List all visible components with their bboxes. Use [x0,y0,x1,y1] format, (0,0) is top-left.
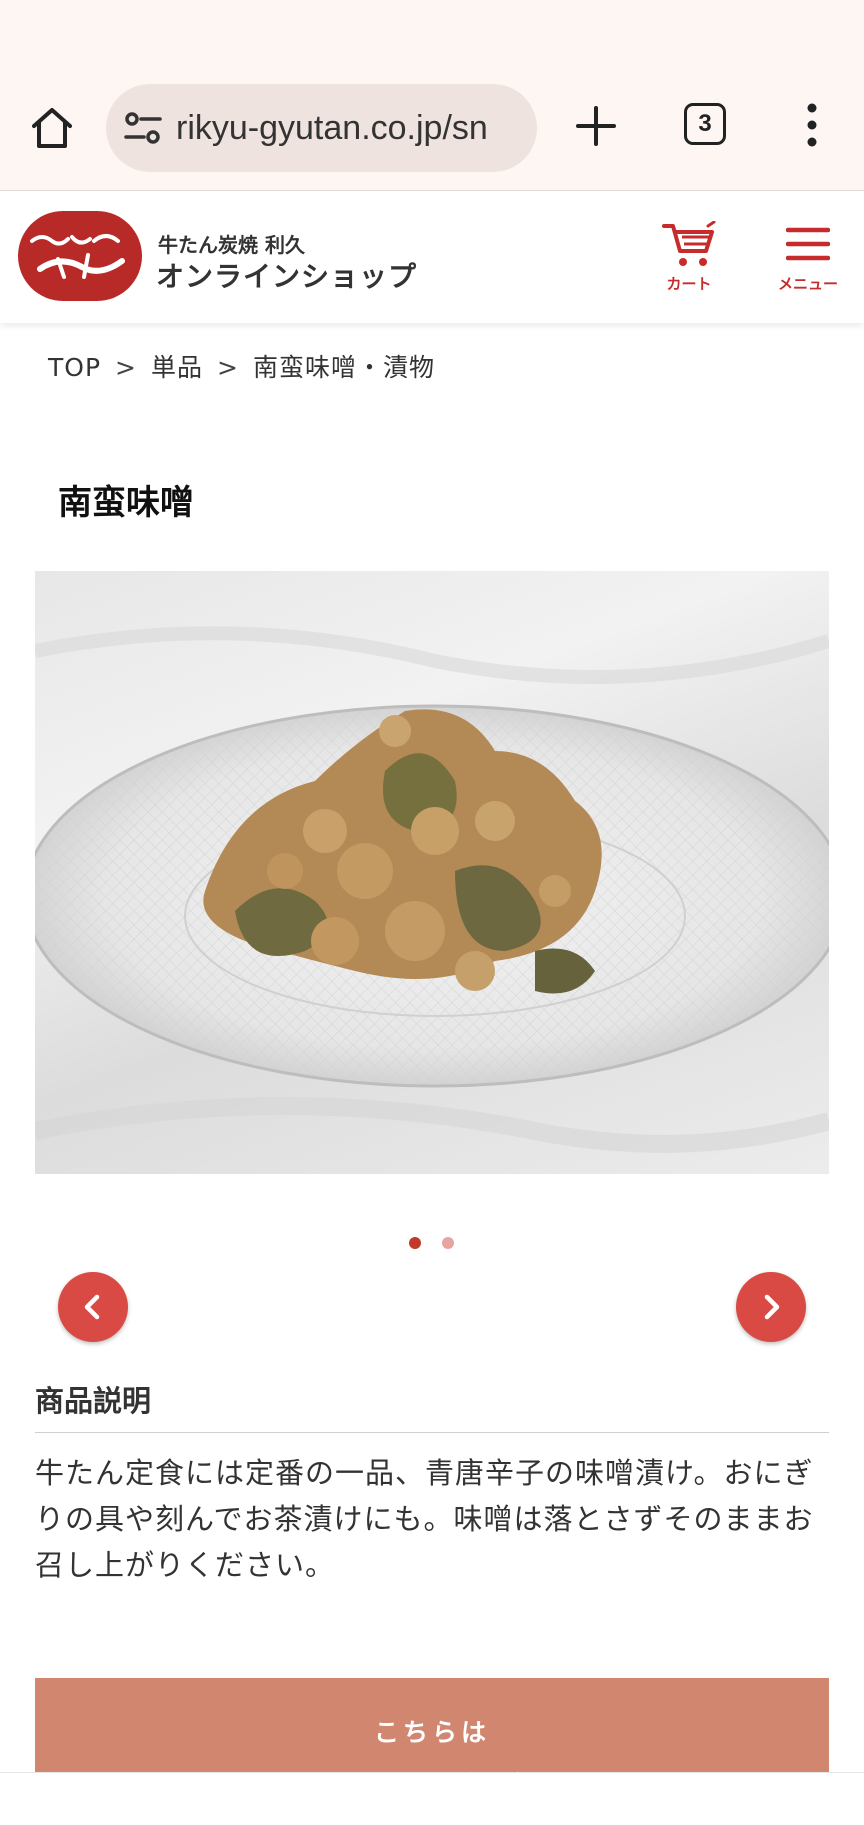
bottom-bar [0,1772,864,1825]
site-header: 牛たん炭焼 利久 オンラインショップ カート メニュー [0,191,864,323]
hamburger-icon [785,227,831,261]
banner-small-text: こちらは [373,1718,490,1747]
logo[interactable] [18,211,142,301]
browser-toolbar: rikyu-gyutan.co.jp/sn 3 [0,78,864,191]
address-bar[interactable]: rikyu-gyutan.co.jp/sn [106,84,537,172]
new-tab-icon[interactable] [574,104,618,148]
breadcrumb: TOP > 単品 > 南蛮味噌・漬物 [48,348,435,384]
carousel-next-button[interactable] [736,1272,806,1342]
menu-button[interactable]: メニュー [772,227,844,293]
cart-button[interactable]: カート [658,220,720,293]
site-info-icon[interactable] [124,110,162,146]
description-heading: 商品説明 [35,1378,829,1433]
product-title: 南蛮味噌 [58,483,194,523]
chevron-right-icon [764,1294,780,1320]
more-menu-icon[interactable] [800,100,824,150]
cart-icon [662,220,716,266]
home-icon[interactable] [28,104,76,152]
carousel-dot-2[interactable] [442,1237,454,1249]
tab-switcher-button[interactable]: 3 [684,103,726,145]
cart-label: カート [666,275,712,293]
logo-subtitle: 牛たん炭焼 利久 [158,233,305,257]
menu-label: メニュー [777,275,838,293]
logo-title: オンラインショップ [156,260,418,293]
carousel-prev-button[interactable] [58,1272,128,1342]
breadcrumb-single-item[interactable]: 単品 [151,353,203,382]
description-text: 牛たん定食には定番の一品、青唐辛子の味噌漬け。おにぎりの具や刻んでお茶漬けにも。… [35,1456,814,1582]
status-bar [0,0,864,78]
chevron-left-icon [84,1294,100,1320]
product-image[interactable] [35,571,829,1174]
breadcrumb-separator: > [115,353,137,382]
url-text[interactable]: rikyu-gyutan.co.jp/sn [176,84,488,172]
breadcrumb-top[interactable]: TOP [48,353,101,382]
breadcrumb-separator: > [217,353,239,382]
carousel-dot-1[interactable] [409,1237,421,1249]
breadcrumb-current[interactable]: 南蛮味噌・漬物 [253,353,435,382]
